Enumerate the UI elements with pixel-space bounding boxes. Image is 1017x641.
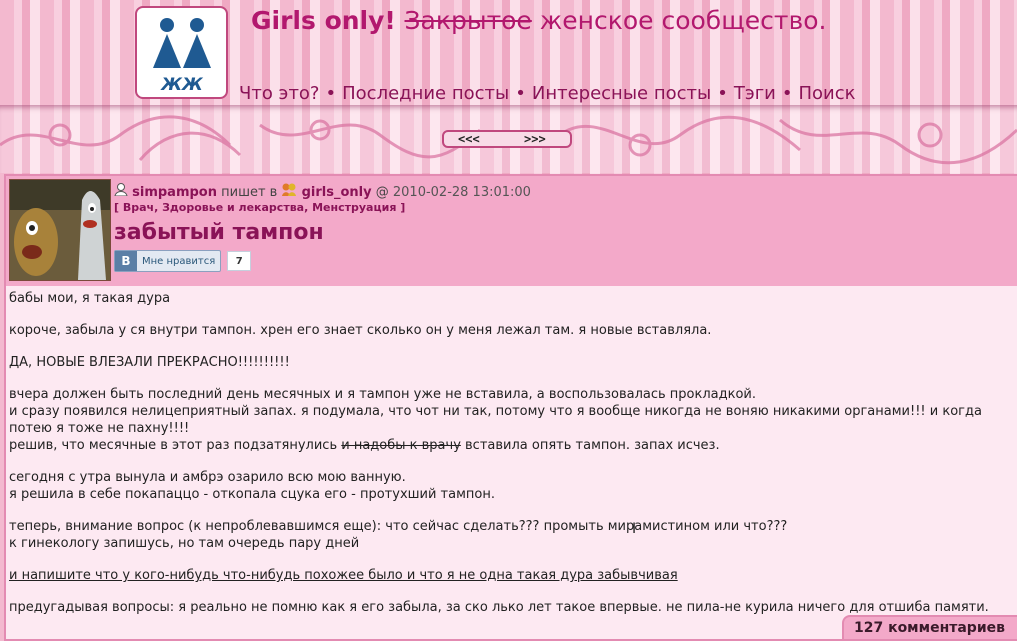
paragraph: предугадывая вопросы: я реально не помню… (9, 600, 989, 615)
strikethrough-text: и надобы к врачу (341, 438, 461, 453)
post-date: 2010-02-28 13:01:00 (392, 185, 531, 200)
comments-link[interactable]: 127 комментариев (841, 615, 1017, 639)
text-line: и сразу появился нелицеприятный запах. я… (9, 404, 982, 436)
paragraph: ДА, НОВЫЕ ВЛЕЗАЛИ ПРЕКРАСНО!!!!!!!!!! (9, 355, 290, 370)
community-logo[interactable]: ЖЖ (135, 6, 228, 99)
pager-next-button[interactable]: >>> (524, 132, 546, 146)
underlined-text: и напишите что у кого-нибудь что-нибудь … (9, 568, 678, 583)
nav-tags[interactable]: Тэги (734, 83, 776, 104)
author-link[interactable]: simpampon (132, 185, 217, 200)
tags-open: [ (114, 201, 123, 214)
like-count: 7 (227, 251, 252, 271)
nav-latest-posts[interactable]: Последние посты (342, 83, 509, 104)
writes-in-text: пишет в (217, 185, 282, 200)
paragraph: бабы мои, я такая дура (9, 291, 171, 306)
post: simpampon пишет в girls_only @ 2010-02-2… (4, 174, 1017, 641)
text-cursor-icon: I (632, 521, 637, 537)
at-text: @ (371, 185, 393, 200)
post-title[interactable]: забытый тампон (114, 220, 324, 245)
post-body: бабы мои, я такая дура короче, забыла у … (9, 290, 1009, 631)
logo-text: ЖЖ (160, 75, 204, 95)
like-widget: В Мне нравится 7 (114, 250, 252, 272)
text-line: к гинекологу запишусь, но там очередь па… (9, 536, 360, 551)
vk-logo-icon: В (115, 251, 137, 271)
community-link[interactable]: girls_only (302, 185, 372, 200)
nav-what-is-it[interactable]: Что это? (239, 83, 320, 104)
title-strike: Закрытое (404, 6, 532, 35)
site-header: ЖЖ Girls only! Закрытое женское сообщест… (0, 0, 1017, 108)
lj-logo-icon: ЖЖ (153, 18, 211, 95)
title-main: Girls only! (251, 6, 405, 35)
paragraph: сегодня с утра вынула и амбрэ озарило вс… (9, 469, 1009, 503)
paragraph: короче, забыла у ся внутри тампон. хрен … (9, 323, 712, 338)
user-icon (114, 183, 132, 200)
text-line: вчера должен быть последний день месячны… (9, 387, 757, 402)
nav-interesting-posts[interactable]: Интересные посты (532, 83, 711, 104)
site-title: Girls only! Закрытое женское сообщество. (251, 6, 826, 35)
post-header: simpampon пишет в girls_only @ 2010-02-2… (6, 176, 1017, 286)
paragraph: теперь, внимание вопрос (к непроблевавши… (9, 518, 1009, 552)
nav-separator: • (325, 83, 337, 104)
main-nav: Что это? • Последние посты • Интересные пост… (239, 83, 856, 104)
tags-links[interactable]: Врач, Здоровье и лекарства, Менструация (123, 201, 397, 214)
tags-close: ] (396, 201, 406, 214)
text-line: я решила в себе покапаццо - откопала сцу… (9, 487, 495, 502)
community-icon (281, 183, 301, 200)
post-tags: [ Врач, Здоровье и лекарства, Менструаци… (114, 201, 405, 214)
pager: <<< >>> (442, 130, 572, 148)
vk-like-label: Мне нравится (142, 255, 216, 267)
avatar-image (10, 180, 110, 280)
text-line: теперь, внимание вопрос (к непроблевавши… (9, 519, 788, 534)
paragraph: и напишите что у кого-нибудь что-нибудь … (9, 567, 1009, 584)
pager-prev-button[interactable]: <<< (458, 132, 480, 146)
user-avatar[interactable] (9, 179, 111, 281)
post-meta: simpampon пишет в girls_only @ 2010-02-2… (114, 182, 531, 200)
paragraph: вчера должен быть последний день месячны… (9, 386, 1009, 454)
nav-search[interactable]: Поиск (798, 83, 855, 104)
nav-separator: • (717, 83, 728, 104)
text-line: решив, что месячные в этот раз подзатяну… (9, 438, 342, 453)
title-rest: женское сообщество. (531, 6, 827, 35)
text-line: вставила опять тампон. запах исчез. (460, 438, 720, 453)
text-line: сегодня с утра вынула и амбрэ озарило вс… (9, 470, 406, 485)
vk-like-button[interactable]: В Мне нравится (114, 250, 222, 272)
nav-separator: • (515, 83, 526, 104)
nav-separator: • (781, 83, 793, 104)
